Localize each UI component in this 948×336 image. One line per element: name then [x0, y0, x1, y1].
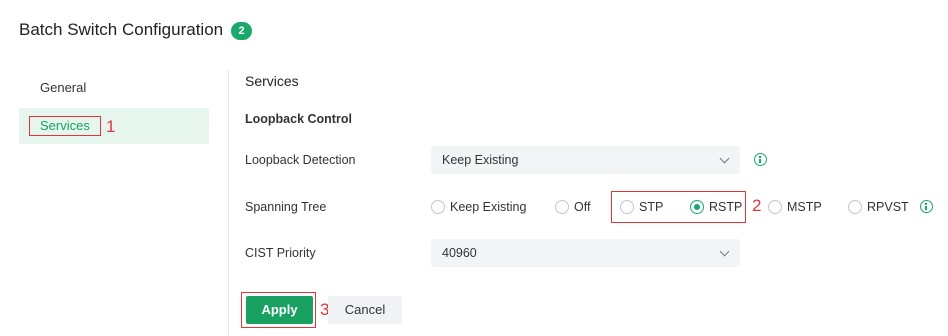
step-callout-1: 1	[106, 117, 116, 136]
sidebar-item-label: General	[40, 80, 87, 95]
spanning-tree-label: Spanning Tree	[245, 200, 327, 214]
radio-label: STP	[639, 200, 664, 214]
subsection-title: Loopback Control	[245, 112, 352, 126]
radio-label: RPVST	[867, 200, 909, 214]
divider	[228, 70, 229, 336]
apply-button[interactable]: Apply	[246, 296, 313, 324]
radio-icon	[620, 200, 634, 214]
radio-icon	[768, 200, 782, 214]
radio-label: RSTP	[709, 200, 743, 214]
loopback-detection-label: Loopback Detection	[245, 153, 356, 167]
radio-rpvst[interactable]: RPVST	[848, 199, 909, 215]
radio-icon	[690, 200, 704, 214]
count-badge: 2	[231, 22, 252, 40]
radio-stp[interactable]: STP	[620, 199, 663, 215]
radio-label: Keep Existing	[450, 200, 527, 214]
chevron-down-icon	[719, 246, 730, 257]
radio-label: Off	[574, 200, 591, 214]
info-icon[interactable]	[754, 153, 767, 166]
chevron-down-icon	[719, 153, 730, 164]
info-icon[interactable]	[920, 200, 933, 213]
select-value: Keep Existing	[442, 153, 519, 167]
sidebar-item-general[interactable]: General	[19, 70, 209, 106]
select-value: 40960	[442, 246, 477, 260]
cist-priority-label: CIST Priority	[245, 246, 316, 260]
cist-priority-select[interactable]: 40960	[431, 239, 740, 267]
radio-keep-existing[interactable]: Keep Existing	[431, 199, 526, 215]
page-title: Batch Switch Configuration	[19, 20, 224, 39]
step-callout-2: 2	[752, 196, 762, 215]
radio-label: MSTP	[787, 200, 822, 214]
radio-icon	[555, 200, 569, 214]
radio-off[interactable]: Off	[555, 199, 590, 215]
sidebar-item-label: Services	[29, 116, 101, 136]
radio-rstp[interactable]: RSTP	[690, 199, 742, 215]
cancel-button[interactable]: Cancel	[328, 296, 402, 324]
radio-icon	[848, 200, 862, 214]
radio-mstp[interactable]: MSTP	[768, 199, 822, 215]
loopback-detection-select[interactable]: Keep Existing	[431, 146, 740, 174]
section-title: Services	[245, 73, 299, 89]
radio-icon	[431, 200, 445, 214]
